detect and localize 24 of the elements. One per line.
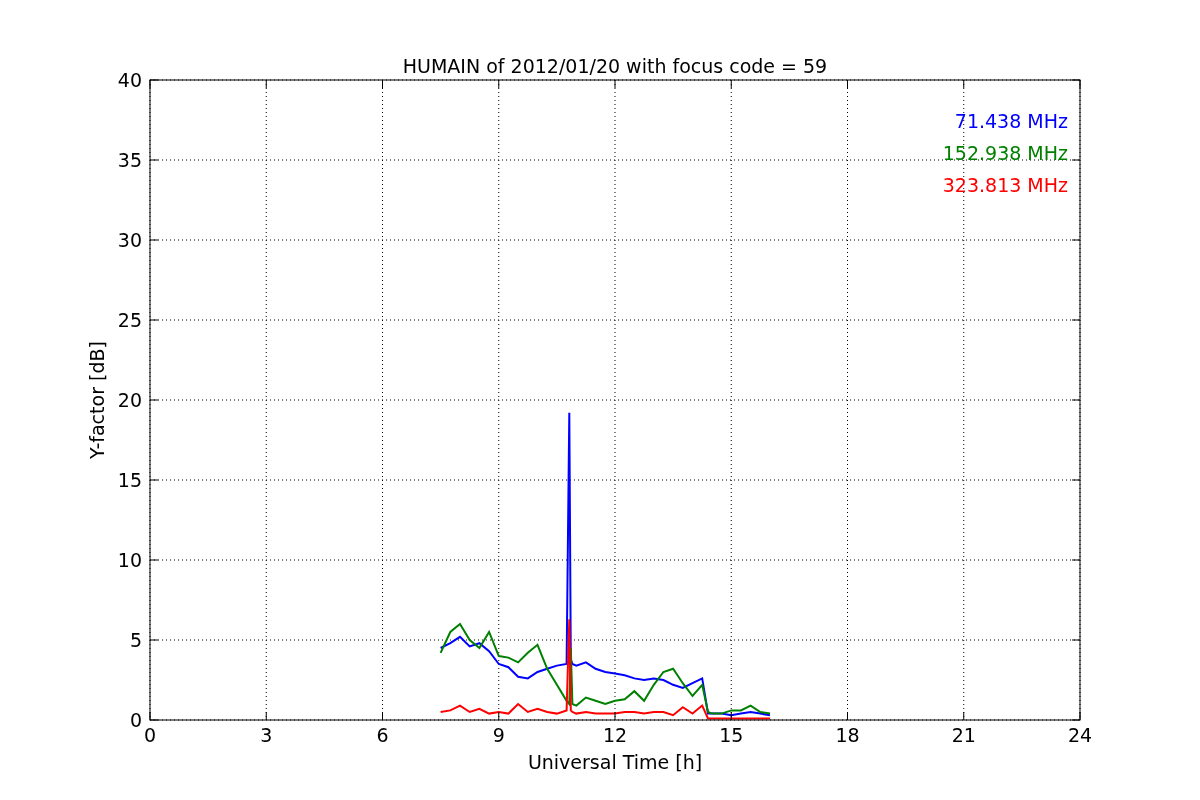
tick-label: 5 <box>129 629 142 651</box>
tick-label: 0 <box>129 709 142 731</box>
x-axis-label: Universal Time [h] <box>527 751 703 773</box>
tick-label: 15 <box>117 469 142 491</box>
y-axis-label: Y-factor [dB] <box>86 341 108 459</box>
tick-label: 0 <box>143 724 157 746</box>
tick-label: 21 <box>951 724 976 746</box>
legend-label: 152.938 MHz <box>942 142 1068 164</box>
tick-label: 3 <box>260 724 273 746</box>
tick-label: 24 <box>1067 724 1093 746</box>
legend-label: 71.438 MHz <box>954 110 1068 132</box>
tick-label: 10 <box>117 549 142 571</box>
chart-title: HUMAIN of 2012/01/20 with focus code = 59 <box>402 55 828 77</box>
tick-label: 6 <box>376 724 389 746</box>
tick-label: 20 <box>117 389 142 411</box>
tick-label: 9 <box>492 724 505 746</box>
tick-label: 40 <box>117 69 142 91</box>
tick-label: 18 <box>835 724 860 746</box>
tick-label: 25 <box>117 309 142 331</box>
tick-label: 12 <box>602 724 628 746</box>
legend-label: 323.813 MHz <box>942 174 1068 196</box>
tick-label: 30 <box>117 229 142 251</box>
tick-label: 35 <box>117 149 142 171</box>
tick-label: 15 <box>719 724 744 746</box>
